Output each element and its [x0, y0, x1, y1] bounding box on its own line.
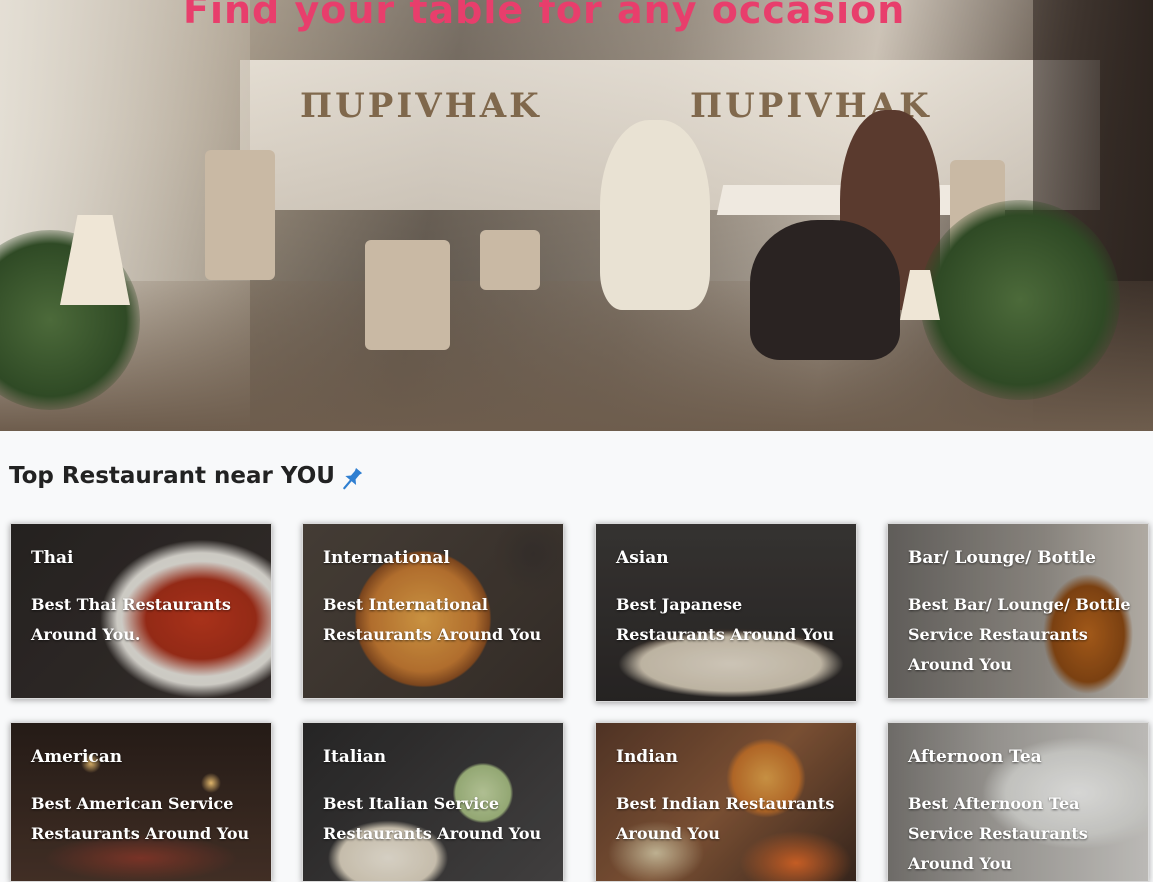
category-card-indian[interactable]: Indian Best Indian Restaurants Around Yo… [595, 722, 857, 882]
card-description: Best Indian Restaurants Around You [616, 794, 835, 843]
category-card-asian[interactable]: Asian Best Japanese Restaurants Around Y… [595, 523, 857, 702]
card-description: Best American Service Restaurants Around… [31, 794, 250, 843]
card-category: Indian [616, 747, 679, 767]
card-description: Best Italian Service Restaurants Around … [323, 794, 542, 843]
category-card-bar-lounge-bottle[interactable]: Bar/ Lounge/ Bottle Best Bar/ Lounge/ Bo… [887, 523, 1149, 699]
card-description: Best Thai Restaurants Around You. [31, 595, 231, 644]
card-category: Bar/ Lounge/ Bottle [908, 548, 1096, 568]
chair [205, 150, 275, 280]
card-category: Asian [616, 548, 669, 568]
hero-banner: ΠUPIVHAK ΠUPIVHAK Find your table for an… [0, 0, 1153, 431]
category-card-thai[interactable]: Thai Best Thai Restaurants Around You. [10, 523, 272, 699]
card-category: International [323, 548, 450, 568]
card-description: Best Japanese Restaurants Around You [616, 595, 835, 644]
card-category: Italian [323, 747, 387, 767]
card-description: Best Afternoon Tea Service Restaurants A… [908, 794, 1088, 873]
plant [920, 200, 1120, 400]
chair [480, 230, 540, 290]
chair [365, 240, 450, 350]
card-description: Best Bar/ Lounge/ Bottle Service Restaur… [908, 595, 1131, 674]
section-title-text: Top Restaurant near YOU [9, 463, 335, 489]
category-card-international[interactable]: International Best International Restaur… [302, 523, 564, 699]
hero-title: Find your table for any occasion [183, 0, 906, 32]
person [750, 220, 900, 360]
card-description: Best International Restaurants Around Yo… [323, 595, 542, 644]
window-sign: ΠUPIVHAK [300, 86, 542, 126]
card-category: Afternoon Tea [908, 747, 1042, 767]
card-category: Thai [31, 548, 74, 568]
category-card-american[interactable]: American Best American Service Restauran… [10, 722, 272, 882]
category-card-afternoon-tea[interactable]: Afternoon Tea Best Afternoon Tea Service… [887, 722, 1149, 882]
person [600, 120, 710, 310]
pin-icon [337, 464, 367, 494]
category-card-italian[interactable]: Italian Best Italian Service Restaurants… [302, 722, 564, 882]
card-category: American [31, 747, 123, 767]
section-title: Top Restaurant near YOU [9, 458, 367, 494]
